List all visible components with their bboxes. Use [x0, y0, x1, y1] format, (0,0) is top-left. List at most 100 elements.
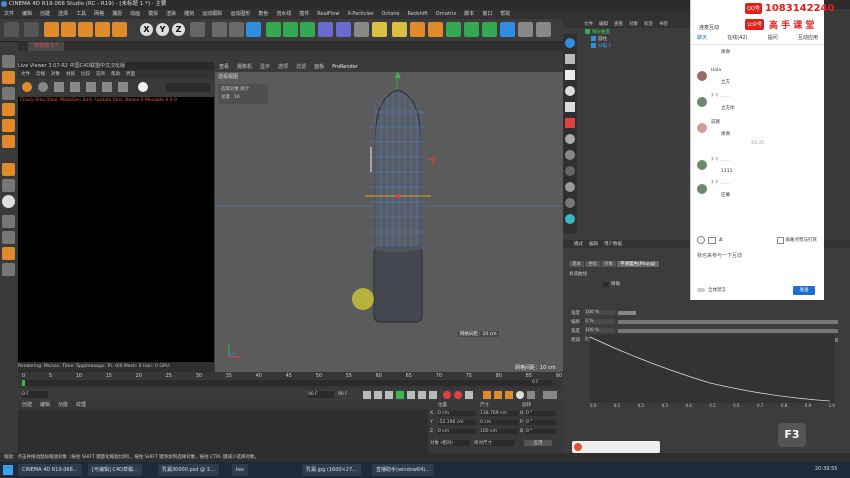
menu-item-edit[interactable]: 编辑: [18, 9, 36, 19]
material-ball-icon[interactable]: [565, 150, 575, 160]
cube-icon[interactable]: [246, 22, 261, 37]
vp-menu-prorender[interactable]: ProRender: [328, 62, 362, 72]
redshift-icon[interactable]: [428, 22, 443, 37]
objects-tab-icon[interactable]: [565, 38, 575, 48]
size-y-field[interactable]: 0 cm: [480, 420, 518, 425]
rotation-p-field[interactable]: 0 °: [526, 420, 556, 425]
emoji-icon[interactable]: [697, 236, 705, 244]
attr-menu-userdata[interactable]: 用户数据: [601, 241, 625, 247]
image-icon[interactable]: [708, 236, 716, 244]
lock-workplane-icon[interactable]: [2, 231, 15, 244]
menu-item-file[interactable]: 文件: [0, 9, 18, 19]
menu-item-render[interactable]: 渲染: [162, 9, 180, 19]
start-icon[interactable]: [3, 465, 13, 475]
size-z-field[interactable]: 100 cm: [480, 429, 518, 434]
effector-icon[interactable]: [482, 22, 497, 37]
gear-icon[interactable]: [565, 214, 575, 224]
precise-checkbox[interactable]: [603, 281, 609, 287]
prev-frame-icon[interactable]: [385, 391, 393, 399]
pla-key-icon[interactable]: [527, 391, 535, 399]
block-likes-checkbox[interactable]: [776, 236, 784, 244]
object-item[interactable]: 细分曲面: [585, 28, 691, 35]
attr-tab-phong[interactable]: 平滑着色(Phong): [617, 261, 659, 267]
lv-menu-interface[interactable]: 界面: [123, 70, 138, 79]
mat-menu-create[interactable]: 创建: [18, 401, 36, 410]
menu-item-create[interactable]: 创建: [36, 9, 54, 19]
attr-slider[interactable]: [618, 328, 838, 333]
array-icon[interactable]: [300, 22, 315, 37]
lv-save-icon[interactable]: [118, 82, 128, 92]
deformer-icon[interactable]: [318, 22, 333, 37]
menu-item-realflow[interactable]: RealFlow: [313, 9, 343, 19]
render-picture-viewer-icon[interactable]: [229, 22, 244, 37]
realflow-icon[interactable]: [500, 22, 515, 37]
floor-icon[interactable]: [336, 22, 351, 37]
vp-menu-cameras[interactable]: 摄像机: [233, 62, 256, 72]
obj-menu-tags[interactable]: 标签: [641, 21, 656, 27]
script-icon[interactable]: [518, 22, 533, 37]
end-frame-field[interactable]: 90 F: [308, 391, 334, 398]
attr-slider[interactable]: [618, 310, 636, 315]
chat-tab-chat[interactable]: 聊天: [697, 34, 707, 41]
menu-item-help[interactable]: 帮助: [496, 9, 514, 19]
document-tab[interactable]: 未标题 1 *: [28, 42, 64, 51]
menu-item-pipeline[interactable]: 流水线: [272, 9, 295, 19]
rotation-b-field[interactable]: 0 °: [526, 429, 556, 434]
mograph-cloner-icon[interactable]: [410, 22, 425, 37]
last-frame-icon[interactable]: [429, 391, 437, 399]
position-key-icon[interactable]: [483, 391, 491, 399]
mute-all-toggle[interactable]: [697, 288, 705, 292]
content-browser-icon[interactable]: [565, 70, 575, 80]
axis-handle[interactable]: [396, 194, 400, 198]
attr-value[interactable]: 100 %: [585, 328, 615, 333]
attr-tab-basic[interactable]: 基本: [569, 261, 584, 267]
menu-item-redshift[interactable]: Redshift: [403, 9, 431, 19]
attr-value[interactable]: 100 %: [585, 310, 615, 315]
obj-menu-bookmarks[interactable]: 书签: [656, 21, 671, 27]
menu-item-simulate[interactable]: 模拟: [144, 9, 162, 19]
lv-menu-materials[interactable]: 材质: [63, 70, 78, 79]
sculpt-icon[interactable]: [2, 247, 15, 260]
model-mode-icon[interactable]: [2, 71, 15, 84]
axis-icon[interactable]: [2, 215, 15, 228]
sphere-icon[interactable]: [565, 134, 575, 144]
attr-menu-edit[interactable]: 编辑: [586, 241, 601, 247]
environment-icon[interactable]: [565, 182, 575, 192]
edges-mode-icon[interactable]: [2, 119, 15, 132]
obj-menu-objects[interactable]: 对象: [626, 21, 641, 27]
chat-tab-online[interactable]: 在线(42): [727, 34, 747, 41]
lv-menu-compare[interactable]: 比较: [78, 70, 93, 79]
lv-pause-icon[interactable]: [70, 82, 80, 92]
apply-button[interactable]: 应用: [524, 440, 552, 446]
attr-value[interactable]: 0 %: [585, 319, 615, 324]
object-item[interactable]: 圆柱: [585, 35, 691, 42]
rotation-key-icon[interactable]: [505, 391, 513, 399]
sogou-icon[interactable]: [574, 443, 582, 451]
coord-size-mode-dropdown[interactable]: 绝对尺寸: [474, 440, 514, 446]
octane-icon[interactable]: [392, 22, 407, 37]
start-frame-field[interactable]: 0 F: [22, 391, 48, 398]
input-method-toolbar[interactable]: [572, 441, 660, 453]
lv-menu-help[interactable]: 帮助: [108, 70, 123, 79]
plugin-icon[interactable]: [536, 22, 551, 37]
next-key-icon[interactable]: [418, 391, 426, 399]
structure-icon[interactable]: [565, 102, 575, 112]
live-select-icon[interactable]: [44, 22, 59, 37]
vp-menu-display[interactable]: 显示: [256, 62, 274, 72]
send-button[interactable]: 发送: [793, 286, 815, 295]
make-editable-icon[interactable]: [2, 55, 15, 68]
coord-mode-dropdown[interactable]: 对象 (相对): [430, 440, 470, 446]
vp-menu-view[interactable]: 查看: [215, 62, 233, 72]
attr-tab-object[interactable]: 对象: [601, 261, 616, 267]
solo-icon[interactable]: [2, 195, 15, 208]
lv-region-icon[interactable]: [86, 82, 96, 92]
lv-menu-options[interactable]: 选项: [93, 70, 108, 79]
coordinate-system-icon[interactable]: [190, 22, 205, 37]
scale-key-icon[interactable]: [494, 391, 502, 399]
takes-icon[interactable]: [565, 54, 575, 64]
taskbar-item[interactable]: 直播助手(window64)...: [372, 464, 435, 476]
xparticles-icon[interactable]: [446, 22, 461, 37]
layers-icon[interactable]: [565, 86, 575, 96]
position-x-field[interactable]: 0 cm: [438, 411, 476, 416]
timeline-menu-icon[interactable]: [543, 391, 557, 399]
